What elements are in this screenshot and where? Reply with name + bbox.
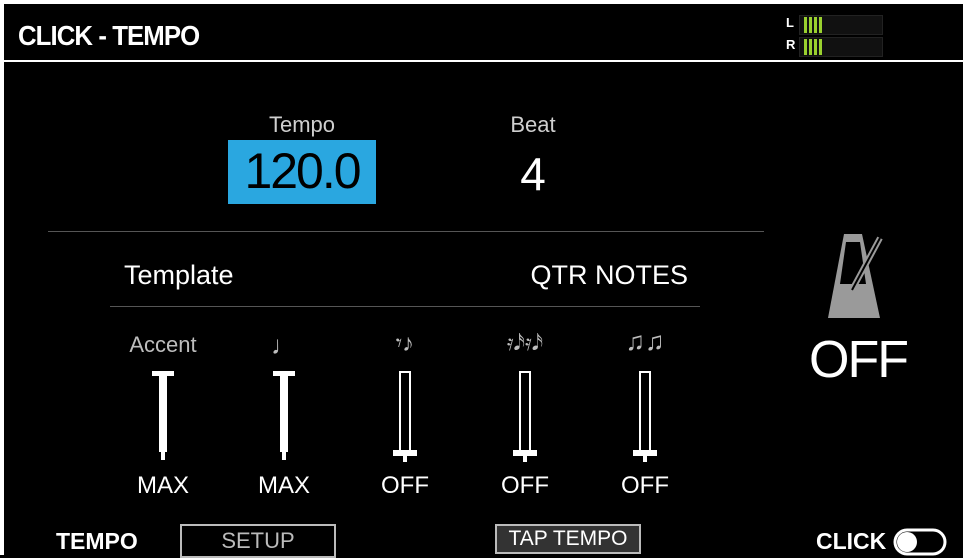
sixteenth-note-icon: 𝄿𝅘𝅥𝅯𝄿𝅘𝅥𝅯 (506, 330, 544, 355)
tempo-label: Tempo (268, 112, 336, 137)
eighth-note-icon: 𝄾♪ (395, 330, 415, 357)
triplet-value: OFF (621, 472, 669, 499)
tap-tempo-button[interactable]: TAP TEMPO (495, 524, 641, 554)
metronome-icon (828, 234, 883, 318)
level-meter: L R (786, 13, 883, 57)
click-status: OFF (809, 331, 909, 389)
meter-left-label: L (786, 15, 794, 30)
title-bar: CLICK - TEMPO L R (4, 4, 963, 62)
divider (48, 231, 764, 232)
triplet-fader[interactable] (630, 368, 660, 463)
sixteenth-fader[interactable] (510, 368, 540, 463)
page-title: CLICK - TEMPO (18, 20, 200, 51)
accent-fader[interactable] (148, 368, 178, 463)
quarter-note-icon: ♩ (271, 330, 297, 360)
quarter-fader[interactable] (269, 368, 299, 463)
meter-right-label: R (786, 37, 796, 52)
eighth-value: OFF (381, 472, 429, 499)
triplet-icon: ♫♫ (625, 326, 665, 356)
divider (110, 306, 700, 307)
mode-label: TEMPO (56, 528, 138, 554)
click-toggle-label: CLICK (816, 528, 887, 554)
sixteenth-value: OFF (501, 472, 549, 499)
beat-label: Beat (510, 112, 556, 137)
meter-right-bar (799, 37, 883, 57)
accent-value: MAX (136, 472, 189, 499)
tempo-value[interactable]: 120.0 (228, 140, 376, 204)
click-toggle[interactable] (893, 528, 947, 556)
quarter-value: MAX (257, 472, 310, 499)
setup-tab[interactable]: SETUP (180, 524, 336, 558)
eighth-fader[interactable] (390, 368, 420, 463)
beat-value[interactable]: 4 (478, 143, 588, 205)
template-label: Template (124, 260, 234, 290)
accent-label: Accent (129, 332, 197, 357)
meter-left-bar (799, 15, 883, 35)
template-value[interactable]: QTR NOTES (510, 260, 688, 291)
